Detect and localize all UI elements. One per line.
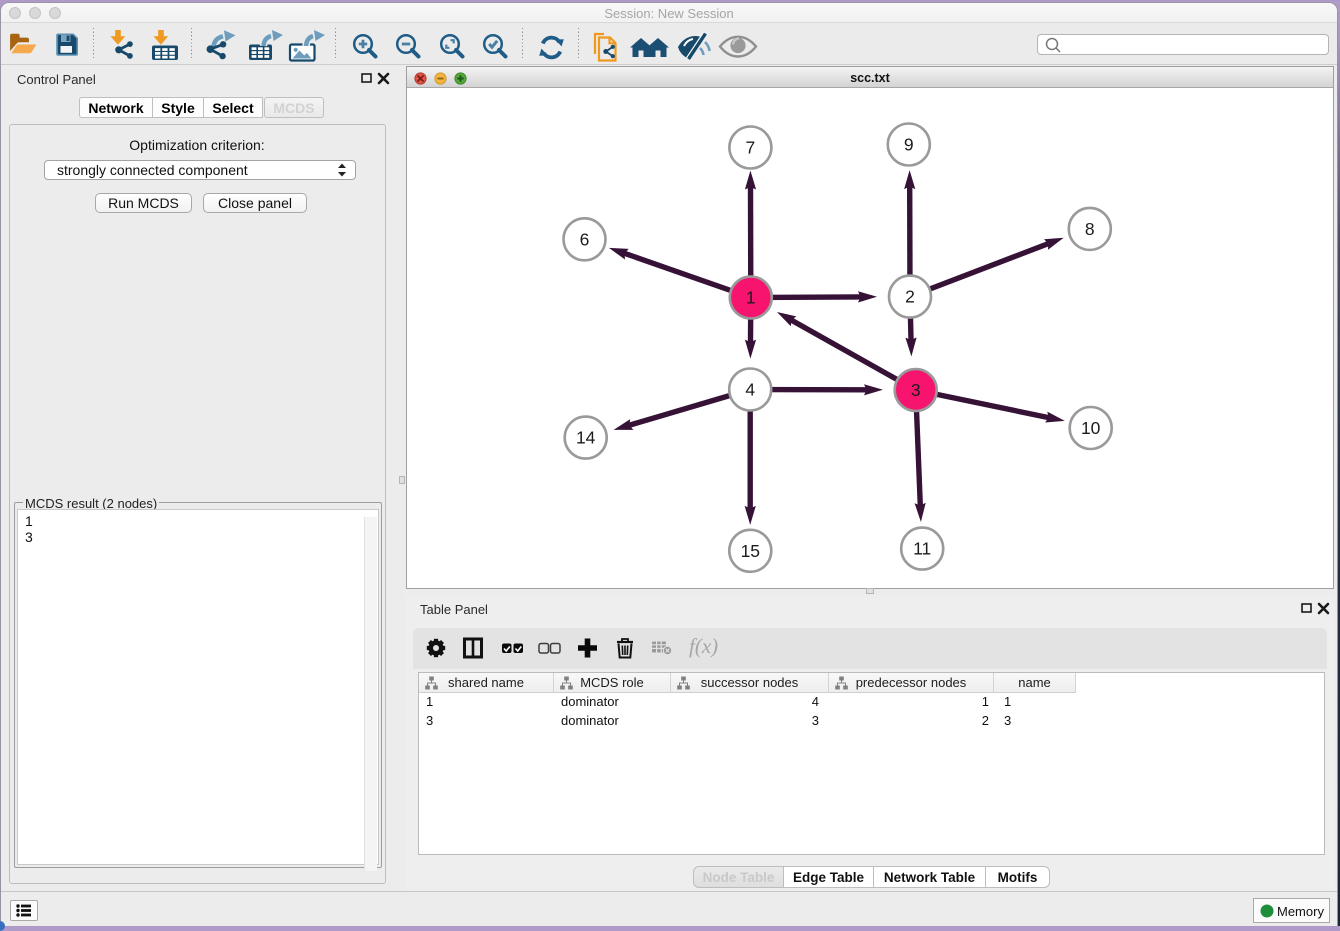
svg-text:7: 7 [746,138,756,158]
svg-text:15: 15 [741,541,760,561]
svg-text:8: 8 [1085,219,1095,239]
svg-text:3: 3 [911,380,921,400]
svg-text:4: 4 [745,380,755,400]
svg-text:14: 14 [576,428,596,448]
svg-text:6: 6 [580,229,590,249]
svg-text:9: 9 [904,135,914,155]
svg-text:2: 2 [905,287,915,307]
svg-text:1: 1 [746,288,756,308]
svg-text:11: 11 [913,539,931,559]
svg-text:10: 10 [1081,418,1101,438]
